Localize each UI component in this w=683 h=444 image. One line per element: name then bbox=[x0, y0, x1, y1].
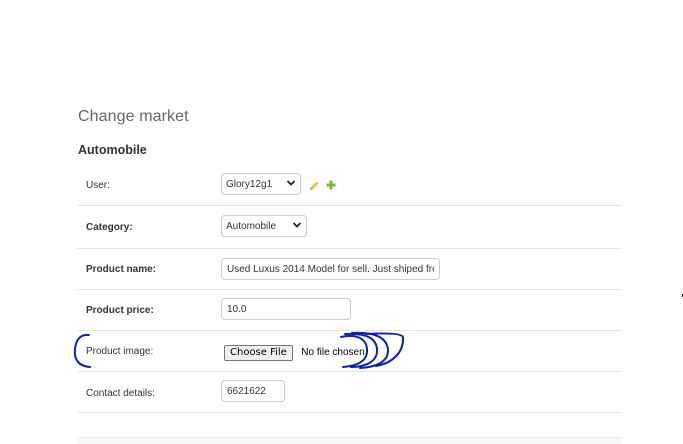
user-select-wrap: Glory12g1 bbox=[221, 173, 301, 195]
object-title: Automobile bbox=[78, 143, 147, 157]
user-label: User: bbox=[86, 180, 110, 191]
page-title: Change market bbox=[78, 108, 189, 125]
product-name-input[interactable] bbox=[221, 258, 440, 280]
category-select-wrap: Automobile bbox=[221, 215, 307, 237]
product-price-label: Product price: bbox=[86, 305, 154, 316]
change-form: User: Glory12g1 Category: Automobile Pro… bbox=[77, 164, 622, 413]
submit-row bbox=[77, 437, 622, 444]
user-select[interactable]: Glory12g1 bbox=[221, 173, 301, 195]
form-row-product-name: Product name: bbox=[77, 249, 622, 290]
form-row-contact-details: Contact details: bbox=[77, 372, 622, 413]
plus-icon[interactable] bbox=[326, 180, 336, 190]
form-row-category: Category: Automobile bbox=[77, 206, 622, 249]
pencil-icon[interactable] bbox=[309, 180, 320, 191]
category-select[interactable]: Automobile bbox=[221, 215, 307, 237]
product-price-input[interactable] bbox=[221, 298, 351, 320]
contact-details-label: Contact details: bbox=[86, 388, 155, 399]
form-row-product-image: Product image: Choose File No file chose… bbox=[77, 331, 622, 372]
file-status-text: No file chosen bbox=[301, 347, 365, 358]
product-image-label: Product image: bbox=[86, 346, 154, 357]
category-label: Category: bbox=[86, 222, 133, 233]
product-name-label: Product name: bbox=[86, 264, 157, 275]
product-image-field: Choose File No file chosen bbox=[224, 342, 365, 361]
form-row-product-price: Product price: bbox=[77, 290, 622, 331]
choose-file-button[interactable]: Choose File bbox=[224, 345, 293, 361]
form-row-user: User: Glory12g1 bbox=[77, 164, 622, 206]
contact-details-input[interactable] bbox=[221, 380, 285, 402]
